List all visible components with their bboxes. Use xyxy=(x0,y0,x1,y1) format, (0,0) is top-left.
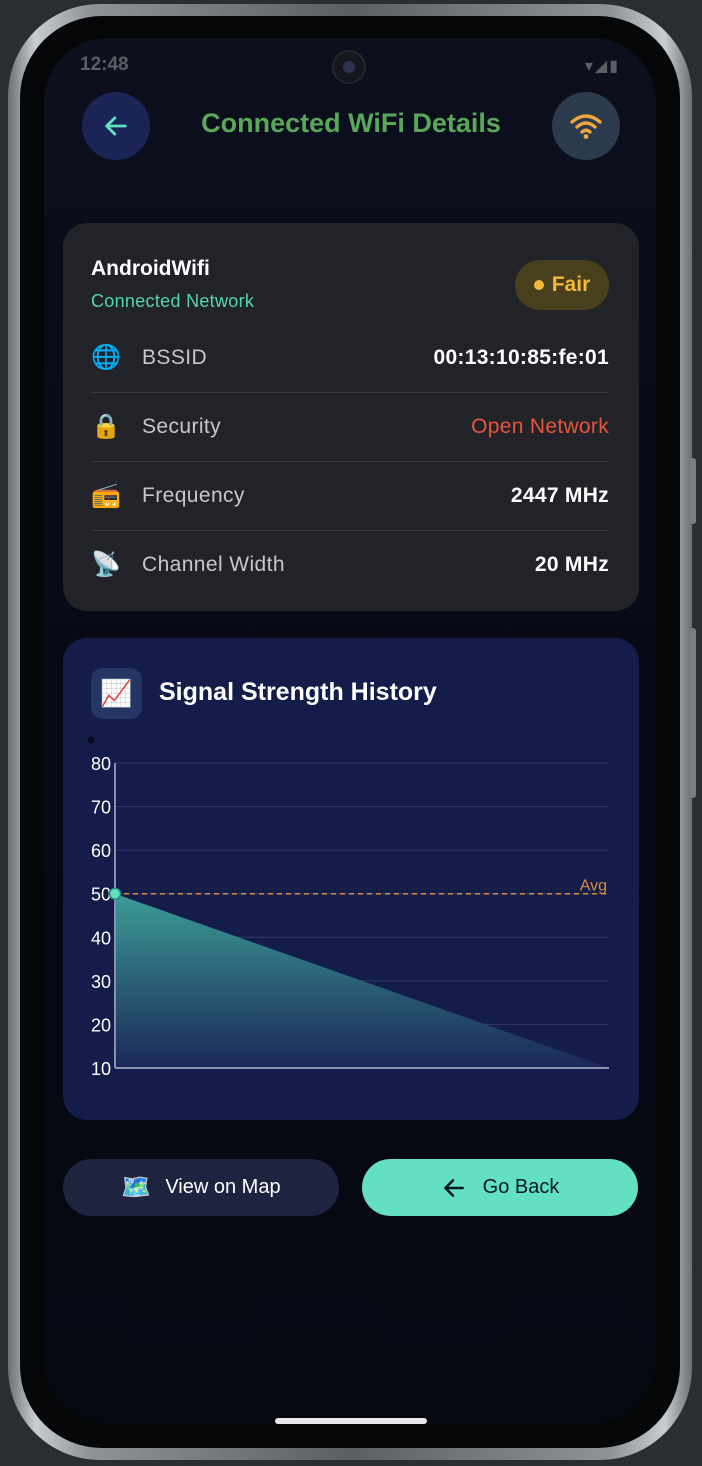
phone-frame: 12:48 ▾◢▮ Connected WiFi Details Android… xyxy=(8,4,696,1460)
signal-chart: 80 70 60 50 40 30 20 10 Avg xyxy=(87,736,609,1079)
detail-label: Security xyxy=(142,414,222,438)
y-tick-label: 70 xyxy=(91,798,111,818)
detail-value: 2447 MHz xyxy=(510,483,609,507)
network-name: AndroidWifi xyxy=(91,257,210,280)
detail-value: 00:13:10:85:fe:01 xyxy=(433,345,609,369)
detail-value: 20 MHz xyxy=(534,552,609,576)
detail-label: BSSID xyxy=(142,345,208,369)
detail-row-channel-width: 📡 Channel Width 20 MHz xyxy=(91,530,609,599)
data-point xyxy=(108,887,122,900)
wifi-icon xyxy=(570,114,602,139)
lock-icon: 🔒 xyxy=(91,413,121,440)
globe-icon: 🌐 xyxy=(91,344,121,371)
go-back-button[interactable]: Go Back xyxy=(362,1159,638,1216)
badge-label: Fair xyxy=(551,273,591,296)
page-title: Connected WiFi Details xyxy=(201,108,501,138)
status-icons: ▾◢▮ xyxy=(584,58,620,75)
y-tick-label: 30 xyxy=(91,972,111,992)
y-tick-label: 20 xyxy=(91,1015,111,1035)
detail-row-bssid: 🌐 BSSID 00:13:10:85:fe:01 xyxy=(91,323,609,393)
network-details-card: AndroidWifi Connected Network Fair 🌐 BSS… xyxy=(63,223,639,611)
detail-value: Open Network xyxy=(471,414,609,438)
phone-bezel: 12:48 ▾◢▮ Connected WiFi Details Android… xyxy=(20,16,680,1448)
front-camera xyxy=(332,50,366,84)
y-tick-label: 40 xyxy=(91,928,111,948)
detail-label: Channel Width xyxy=(142,552,285,576)
map-icon: 🗺️ xyxy=(121,1174,152,1201)
detail-row-frequency: 📻 Frequency 2447 MHz xyxy=(91,461,609,531)
average-label: Avg xyxy=(580,878,607,895)
network-subtitle: Connected Network xyxy=(91,291,255,311)
y-tick-label: 10 xyxy=(91,1059,111,1079)
status-time: 12:48 xyxy=(80,54,129,75)
arrow-left-icon xyxy=(443,1178,464,1197)
y-tick-label: 80 xyxy=(91,754,111,774)
detail-label: Frequency xyxy=(142,483,245,507)
view-on-map-label: View on Map xyxy=(165,1176,281,1198)
detail-row-security: 🔒 Security Open Network xyxy=(91,392,609,462)
radio-icon: 📻 xyxy=(91,482,121,509)
y-tick-label: 50 xyxy=(91,885,111,905)
y-tick-label: 60 xyxy=(91,841,111,861)
go-back-label: Go Back xyxy=(482,1176,560,1198)
satellite-dish-icon: 📡 xyxy=(91,551,121,578)
signal-history-card: 📈 Signal Strength History 80 70 60 50 40 30 20… xyxy=(63,638,639,1120)
arrow-left-icon xyxy=(105,116,127,136)
wifi-status-button[interactable] xyxy=(552,92,620,160)
home-indicator xyxy=(275,1418,427,1424)
back-button[interactable] xyxy=(82,92,150,160)
power-button xyxy=(690,628,696,798)
screen: 12:48 ▾◢▮ Connected WiFi Details Android… xyxy=(44,38,656,1424)
chart-marker-dot xyxy=(87,736,95,744)
volume-button xyxy=(690,458,696,524)
view-on-map-button[interactable]: 🗺️ View on Map xyxy=(63,1159,339,1216)
signal-quality-badge: Fair xyxy=(515,260,609,310)
badge-dot-icon xyxy=(533,280,544,290)
